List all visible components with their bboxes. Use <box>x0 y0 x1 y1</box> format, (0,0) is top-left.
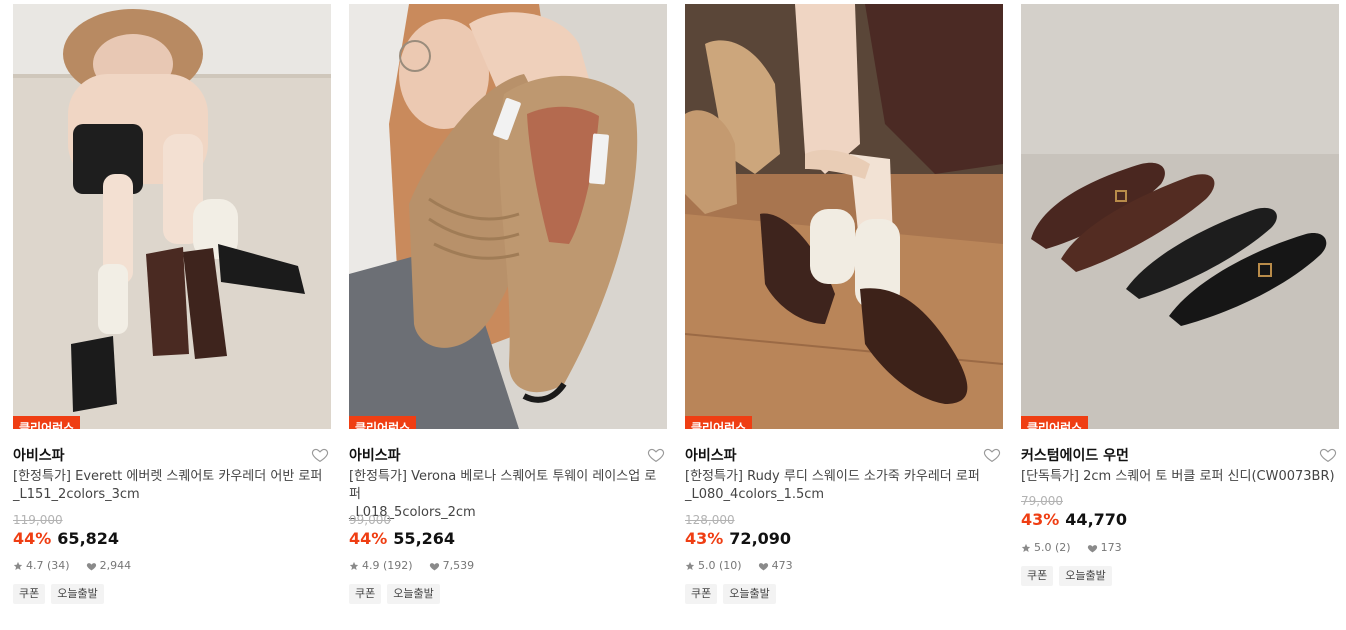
clearance-badge: 클리어런스 <box>685 416 753 429</box>
product-name[interactable]: [한정특가] Verona 베로나 스퀘어토 투웨이 레이스업 로퍼 _L018… <box>349 468 667 522</box>
brand-name[interactable]: 아비스파 <box>13 448 65 464</box>
coupon-tag: 쿠폰 <box>349 584 382 604</box>
rating-text: 4.9 (192) <box>362 559 413 572</box>
heart-filled-icon <box>86 562 96 570</box>
rating-likes: 4.7 (34) 2,944 <box>13 559 131 573</box>
likes-count: 7,539 <box>442 559 475 572</box>
original-price: 99,000 <box>349 513 391 527</box>
heart-filled-icon <box>758 562 768 570</box>
discount-rate: 44% <box>13 529 52 548</box>
tag-list: 쿠폰 오늘출발 <box>13 584 104 604</box>
coupon-tag: 쿠폰 <box>1021 566 1054 586</box>
sale-price: 44,770 <box>1065 510 1128 529</box>
price-row: 43% 44,770 <box>1021 509 1127 531</box>
rating-likes: 5.0 (2) 173 <box>1021 541 1122 555</box>
price-row: 44% 55,264 <box>349 528 455 550</box>
discount-rate: 43% <box>685 529 724 548</box>
product-name-line: _L151_2colors_3cm <box>13 487 140 502</box>
rating-text: 5.0 (2) <box>1034 541 1071 554</box>
coupon-tag: 쿠폰 <box>685 584 718 604</box>
product-name-line: [한정특가] Verona 베로나 스퀘어토 투웨이 레이스업 로퍼 <box>349 469 657 502</box>
product-name-line: _L018_5colors_2cm <box>349 505 476 520</box>
star-icon <box>1021 543 1031 552</box>
price-row: 43% 72,090 <box>685 528 791 550</box>
heart-filled-icon <box>1087 544 1097 552</box>
clearance-badge: 클리어런스 <box>349 416 417 429</box>
rating-likes: 5.0 (10) 473 <box>685 559 793 573</box>
discount-rate: 43% <box>1021 510 1060 529</box>
original-price: 128,000 <box>685 513 735 527</box>
tag-list: 쿠폰 오늘출발 <box>349 584 440 604</box>
brand-name[interactable]: 아비스파 <box>349 448 401 464</box>
star-icon <box>13 561 23 570</box>
heart-outline-icon[interactable] <box>1319 446 1337 464</box>
rating-text: 5.0 (10) <box>698 559 742 572</box>
product-name-line: _L080_4colors_1.5cm <box>685 487 825 502</box>
sale-price: 65,824 <box>57 529 120 548</box>
product-image[interactable]: 클리어런스 <box>685 4 1003 429</box>
clearance-badge: 클리어런스 <box>1021 416 1089 429</box>
product-card[interactable]: 클리어런스 커스텀에이드 우먼 [단독특가] 2cm 스퀘어 토 버클 로퍼 신… <box>1021 4 1339 586</box>
tag-list: 쿠폰 오늘출발 <box>1021 566 1112 586</box>
brand-name[interactable]: 커스텀에이드 우먼 <box>1021 448 1129 464</box>
product-name[interactable]: [한정특가] Everett 에버렛 스퀘어토 카우레더 어반 로퍼 _L151… <box>13 468 331 504</box>
product-name-line: [한정특가] Rudy 루디 스웨이드 소가죽 카우레더 로퍼 <box>685 469 980 484</box>
rating-likes: 4.9 (192) 7,539 <box>349 559 474 573</box>
product-image[interactable]: 클리어런스 <box>349 4 667 429</box>
heart-outline-icon[interactable] <box>647 446 665 464</box>
ships-today-tag: 오늘출발 <box>723 584 776 604</box>
ships-today-tag: 오늘출발 <box>1059 566 1112 586</box>
price-row: 44% 65,824 <box>13 528 119 550</box>
product-image[interactable]: 클리어런스 <box>13 4 331 429</box>
original-price: 79,000 <box>1021 494 1063 508</box>
likes-count: 173 <box>1100 541 1122 554</box>
likes-count: 473 <box>771 559 793 572</box>
discount-rate: 44% <box>349 529 388 548</box>
product-name-line: [단독특가] 2cm 스퀘어 토 버클 로퍼 신디(CW0073BR) <box>1021 469 1335 484</box>
heart-outline-icon[interactable] <box>983 446 1001 464</box>
original-price: 119,000 <box>13 513 63 527</box>
rating-text: 4.7 (34) <box>26 559 70 572</box>
heart-filled-icon <box>429 562 439 570</box>
likes-count: 2,944 <box>99 559 132 572</box>
product-card[interactable]: 클리어런스 아비스파 [한정특가] Rudy 루디 스웨이드 소가죽 카우레더 … <box>685 4 1003 604</box>
product-grid: 클리어런스 아비스파 [한정특가] Everett 에버렛 스퀘어토 카우레더 … <box>13 4 1339 624</box>
product-name[interactable]: [단독특가] 2cm 스퀘어 토 버클 로퍼 신디(CW0073BR) <box>1021 468 1339 486</box>
product-name[interactable]: [한정특가] Rudy 루디 스웨이드 소가죽 카우레더 로퍼 _L080_4c… <box>685 468 1003 504</box>
product-card[interactable]: 클리어런스 아비스파 [한정특가] Verona 베로나 스퀘어토 투웨이 레이… <box>349 4 667 604</box>
product-name-line: [한정특가] Everett 에버렛 스퀘어토 카우레더 어반 로퍼 <box>13 469 323 484</box>
heart-outline-icon[interactable] <box>311 446 329 464</box>
product-image[interactable]: 클리어런스 <box>1021 4 1339 429</box>
coupon-tag: 쿠폰 <box>13 584 46 604</box>
sale-price: 55,264 <box>393 529 456 548</box>
clearance-badge: 클리어런스 <box>13 416 81 429</box>
tag-list: 쿠폰 오늘출발 <box>685 584 776 604</box>
ships-today-tag: 오늘출발 <box>51 584 104 604</box>
product-card[interactable]: 클리어런스 아비스파 [한정특가] Everett 에버렛 스퀘어토 카우레더 … <box>13 4 331 604</box>
ships-today-tag: 오늘출발 <box>387 584 440 604</box>
brand-name[interactable]: 아비스파 <box>685 448 737 464</box>
sale-price: 72,090 <box>729 529 792 548</box>
star-icon <box>349 561 359 570</box>
star-icon <box>685 561 695 570</box>
